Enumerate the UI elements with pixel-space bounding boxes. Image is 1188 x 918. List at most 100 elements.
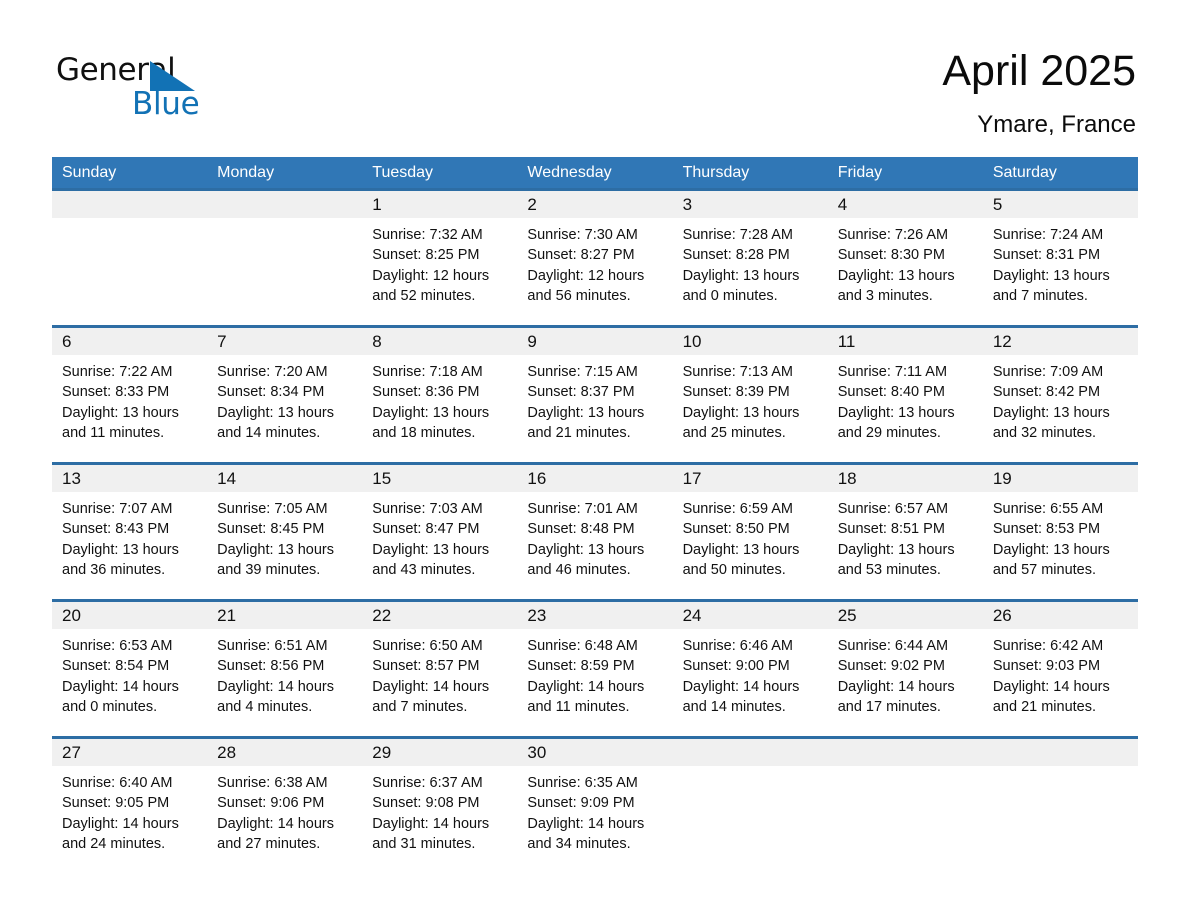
day-number[interactable]: 21 <box>207 602 362 629</box>
sunset-text: Sunset: 8:31 PM <box>992 247 1101 264</box>
day-cell[interactable] <box>207 218 362 325</box>
day-number[interactable]: 28 <box>207 739 362 766</box>
daylight-text-line2: and 36 minutes. <box>62 561 166 578</box>
calendar-week-row: 1 2 3 4 5 Sunrise: 7:32 AM Sunset: 8:25 … <box>52 188 1138 325</box>
sunset-text: Sunset: 9:09 PM <box>527 795 635 812</box>
day-cell[interactable]: Sunrise: 7:28 AM Sunset: 8:28 PM Dayligh… <box>673 218 828 325</box>
day-cell[interactable]: Sunrise: 7:15 AM Sunset: 8:37 PM Dayligh… <box>517 355 672 462</box>
daylight-text-line2: and 24 minutes. <box>62 835 166 852</box>
sunrise-text: Sunrise: 6:57 AM <box>837 501 949 517</box>
sunrise-text: Sunrise: 7:24 AM <box>992 227 1104 243</box>
day-number[interactable]: 30 <box>517 739 672 766</box>
daylight-text-line1: Daylight: 13 hours <box>992 404 1110 421</box>
daylight-text-line2: and 11 minutes. <box>62 424 165 441</box>
day-number[interactable]: 19 <box>983 465 1138 492</box>
day-cell[interactable]: Sunrise: 7:13 AM Sunset: 8:39 PM Dayligh… <box>673 355 828 462</box>
day-cell[interactable]: Sunrise: 6:37 AM Sunset: 9:08 PM Dayligh… <box>362 766 517 866</box>
day-cell[interactable]: Sunrise: 6:46 AM Sunset: 9:00 PM Dayligh… <box>673 629 828 736</box>
day-cell[interactable]: Sunrise: 6:59 AM Sunset: 8:50 PM Dayligh… <box>673 492 828 599</box>
day-cell[interactable]: Sunrise: 7:32 AM Sunset: 8:25 PM Dayligh… <box>362 218 517 325</box>
day-number[interactable]: 23 <box>517 602 672 629</box>
daylight-text-line1: Daylight: 14 hours <box>527 815 645 832</box>
day-number[interactable]: 14 <box>207 465 362 492</box>
day-number[interactable]: 25 <box>828 602 983 629</box>
day-number[interactable]: 27 <box>52 739 207 766</box>
day-number[interactable]: 12 <box>983 328 1138 355</box>
daylight-text-line2: and 52 minutes. <box>372 287 476 304</box>
day-number[interactable]: 11 <box>828 328 983 355</box>
day-number[interactable]: 6 <box>52 328 207 355</box>
day-number[interactable]: 13 <box>52 465 207 492</box>
day-number[interactable]: 17 <box>673 465 828 492</box>
sunset-text: Sunset: 8:53 PM <box>992 521 1101 538</box>
day-number[interactable]: 18 <box>828 465 983 492</box>
day-cell[interactable]: Sunrise: 6:44 AM Sunset: 9:02 PM Dayligh… <box>828 629 983 736</box>
day-cell[interactable]: Sunrise: 7:07 AM Sunset: 8:43 PM Dayligh… <box>52 492 207 599</box>
day-cell[interactable]: Sunrise: 6:35 AM Sunset: 9:09 PM Dayligh… <box>517 766 672 866</box>
day-number[interactable]: 4 <box>828 191 983 218</box>
day-cell[interactable]: Sunrise: 7:11 AM Sunset: 8:40 PM Dayligh… <box>828 355 983 462</box>
weekday-header-wednesday: Wednesday <box>527 164 612 181</box>
day-cell[interactable]: Sunrise: 7:24 AM Sunset: 8:31 PM Dayligh… <box>983 218 1138 325</box>
day-cell[interactable] <box>983 766 1138 866</box>
sunrise-text: Sunrise: 7:15 AM <box>527 364 638 380</box>
daylight-text-line2: and 46 minutes. <box>527 561 631 578</box>
sunset-text: Sunset: 9:08 PM <box>372 795 480 812</box>
day-number[interactable]: 29 <box>362 739 517 766</box>
day-cell[interactable] <box>828 766 983 866</box>
day-number[interactable]: 10 <box>673 328 828 355</box>
sunrise-text: Sunrise: 6:40 AM <box>62 775 173 791</box>
sunrise-text: Sunrise: 6:50 AM <box>372 638 483 654</box>
daylight-text-line2: and 34 minutes. <box>527 835 631 852</box>
day-number[interactable]: 16 <box>517 465 672 492</box>
day-cell[interactable]: Sunrise: 7:22 AM Sunset: 8:33 PM Dayligh… <box>52 355 207 462</box>
sunrise-text: Sunrise: 6:38 AM <box>217 775 328 791</box>
day-number[interactable]: 24 <box>673 602 828 629</box>
day-number[interactable]: 22 <box>362 602 517 629</box>
day-cell[interactable] <box>52 218 207 325</box>
daylight-text-line1: Daylight: 13 hours <box>527 541 645 558</box>
day-cell[interactable]: Sunrise: 6:38 AM Sunset: 9:06 PM Dayligh… <box>207 766 362 866</box>
day-number[interactable] <box>673 739 828 766</box>
day-cell[interactable]: Sunrise: 6:57 AM Sunset: 8:51 PM Dayligh… <box>828 492 983 599</box>
calendar-week-row: 6 7 8 9 10 11 12 Sunrise: 7:22 AM Sunset… <box>52 325 1138 462</box>
sunset-text: Sunset: 8:36 PM <box>372 384 480 401</box>
day-number[interactable] <box>52 191 207 218</box>
sunrise-text: Sunrise: 7:20 AM <box>217 364 328 380</box>
day-number[interactable]: 1 <box>362 191 517 218</box>
day-cell[interactable]: Sunrise: 7:09 AM Sunset: 8:42 PM Dayligh… <box>983 355 1138 462</box>
day-number[interactable]: 15 <box>362 465 517 492</box>
day-number[interactable]: 9 <box>517 328 672 355</box>
day-cell[interactable]: Sunrise: 6:48 AM Sunset: 8:59 PM Dayligh… <box>517 629 672 736</box>
general-blue-logo[interactable]: General Blue <box>56 47 206 123</box>
day-cell[interactable]: Sunrise: 6:50 AM Sunset: 8:57 PM Dayligh… <box>362 629 517 736</box>
day-cell[interactable]: Sunrise: 7:26 AM Sunset: 8:30 PM Dayligh… <box>828 218 983 325</box>
day-number-row: 1 2 3 4 5 <box>52 191 1138 218</box>
day-cell[interactable]: Sunrise: 7:05 AM Sunset: 8:45 PM Dayligh… <box>207 492 362 599</box>
day-number[interactable]: 3 <box>673 191 828 218</box>
day-number[interactable]: 20 <box>52 602 207 629</box>
day-number[interactable]: 5 <box>983 191 1138 218</box>
daylight-text-line1: Daylight: 13 hours <box>837 267 955 284</box>
day-cell[interactable]: Sunrise: 6:53 AM Sunset: 8:54 PM Dayligh… <box>52 629 207 736</box>
day-cell[interactable]: Sunrise: 7:20 AM Sunset: 8:34 PM Dayligh… <box>207 355 362 462</box>
day-cell[interactable] <box>673 766 828 866</box>
day-number[interactable] <box>207 191 362 218</box>
day-number[interactable]: 7 <box>207 328 362 355</box>
day-number[interactable]: 8 <box>362 328 517 355</box>
day-cell[interactable]: Sunrise: 7:18 AM Sunset: 8:36 PM Dayligh… <box>362 355 517 462</box>
day-cell[interactable]: Sunrise: 7:01 AM Sunset: 8:48 PM Dayligh… <box>517 492 672 599</box>
day-cell[interactable]: Sunrise: 6:40 AM Sunset: 9:05 PM Dayligh… <box>52 766 207 866</box>
day-cell[interactable]: Sunrise: 7:30 AM Sunset: 8:27 PM Dayligh… <box>517 218 672 325</box>
day-number[interactable] <box>828 739 983 766</box>
sunset-text: Sunset: 8:56 PM <box>217 658 325 675</box>
sunset-text: Sunset: 8:33 PM <box>62 384 170 401</box>
day-number[interactable] <box>983 739 1138 766</box>
day-cell[interactable]: Sunrise: 6:51 AM Sunset: 8:56 PM Dayligh… <box>207 629 362 736</box>
day-cell[interactable]: Sunrise: 6:42 AM Sunset: 9:03 PM Dayligh… <box>983 629 1138 736</box>
day-number[interactable]: 26 <box>983 602 1138 629</box>
day-cell[interactable]: Sunrise: 6:55 AM Sunset: 8:53 PM Dayligh… <box>983 492 1138 599</box>
day-cell[interactable]: Sunrise: 7:03 AM Sunset: 8:47 PM Dayligh… <box>362 492 517 599</box>
daylight-text-line1: Daylight: 14 hours <box>372 678 490 695</box>
day-number[interactable]: 2 <box>517 191 672 218</box>
